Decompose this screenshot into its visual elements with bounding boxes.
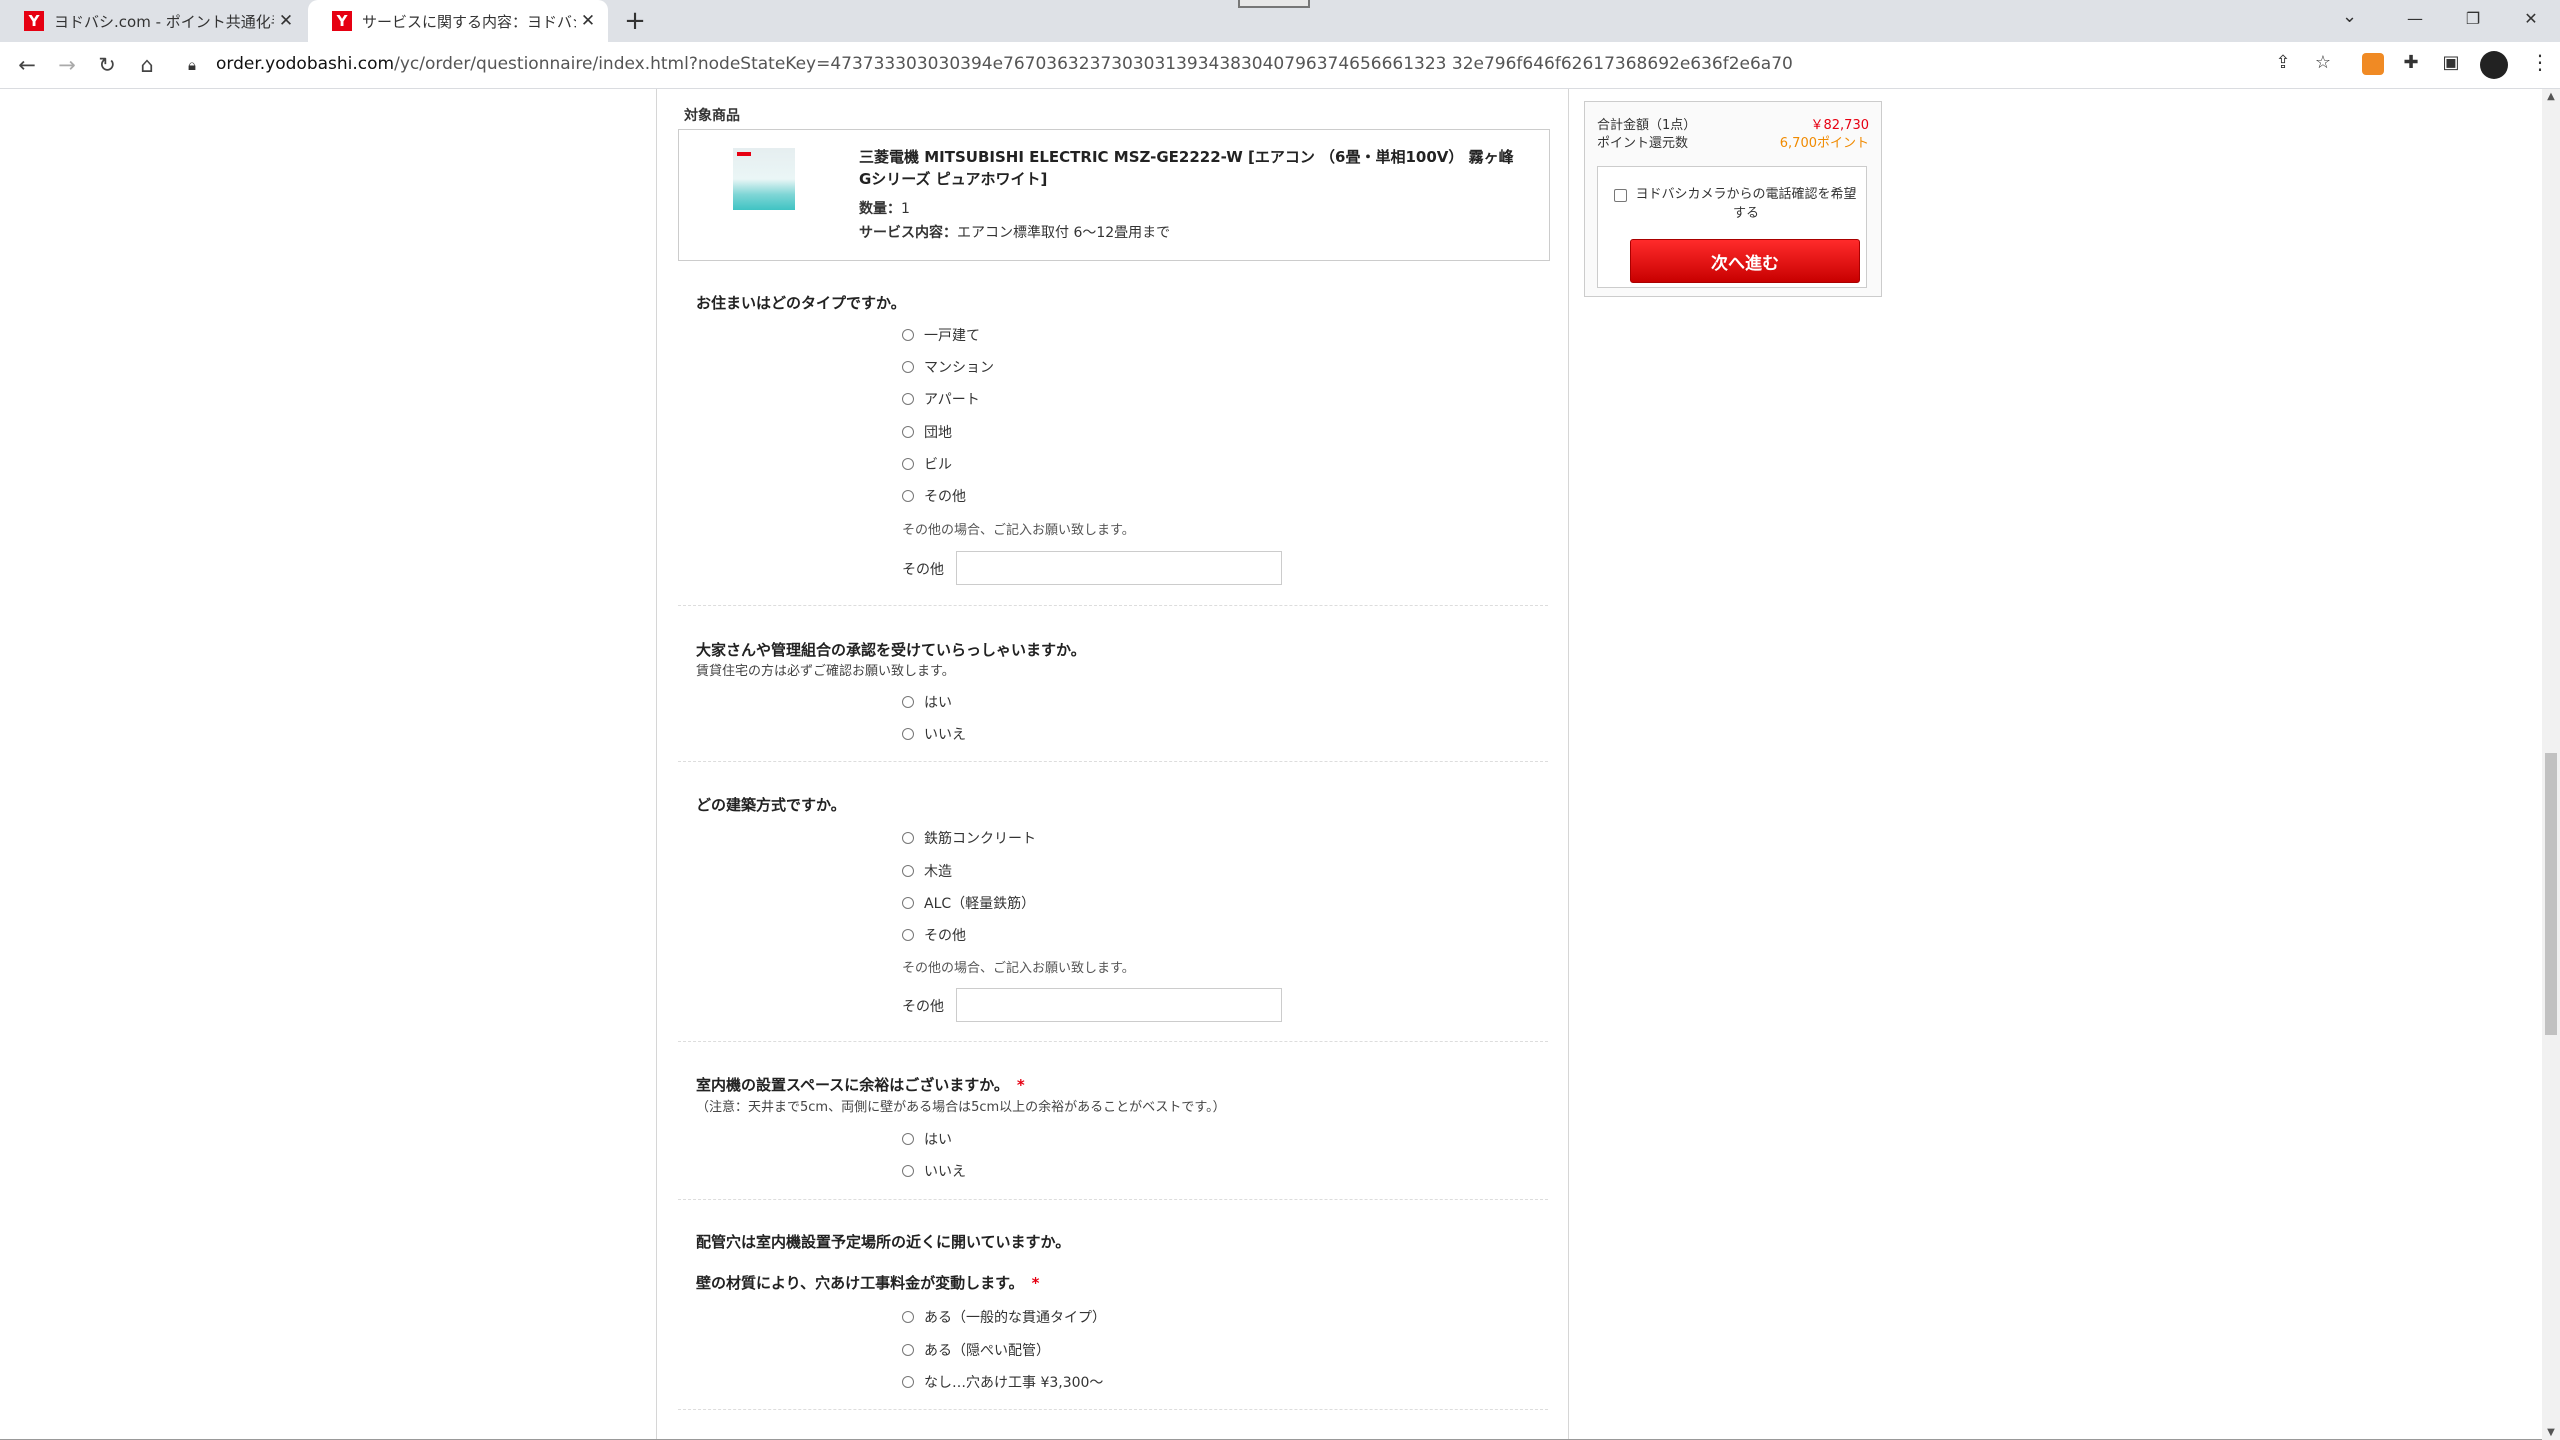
- share-icon[interactable]: ⇪: [2270, 52, 2296, 73]
- target-product-label: 対象商品: [684, 108, 740, 124]
- order-summary-panel: 合計金額（1点） ￥82,730 ポイント還元数 6,700ポイント ヨドバシカ…: [1584, 101, 1882, 297]
- restore-icon[interactable]: ❐: [2444, 0, 2502, 42]
- radio-hole-through[interactable]: ある（一般的な貫通タイプ）: [902, 1307, 1106, 1327]
- other-label: その他: [902, 562, 944, 578]
- browser-tab-strip: Y ヨドバシ.com - ポイント共通化手続き ✕ Y サービスに関する内容：ヨ…: [0, 0, 2560, 42]
- other-input-construction[interactable]: [956, 988, 1282, 1022]
- divider: [678, 761, 1548, 762]
- total-value: ￥82,730: [1810, 118, 1870, 133]
- radio-danchi[interactable]: 団地: [902, 422, 952, 442]
- radio-alc[interactable]: ALC（軽量鉄筋）: [902, 893, 1035, 913]
- question-pipe-hole: 配管穴は室内機設置予定場所の近くに開いていますか。: [696, 1233, 1071, 1251]
- radio-yes[interactable]: はい: [902, 692, 952, 712]
- home-icon[interactable]: ⌂: [132, 50, 162, 80]
- tab-title: サービスに関する内容：ヨドバシ・ドット: [362, 12, 576, 31]
- url-path: /yc/order/questionnaire/index.html?nodeS…: [394, 54, 1793, 74]
- close-window-icon[interactable]: ✕: [2502, 0, 2560, 42]
- new-tab-icon[interactable]: +: [620, 6, 650, 36]
- other-label: その他: [902, 999, 944, 1015]
- radio-yes[interactable]: はい: [902, 1129, 952, 1149]
- radio-mansion[interactable]: マンション: [902, 357, 994, 377]
- phone-confirm-label[interactable]: ヨドバシカメラからの電話確認を希望する: [1634, 185, 1858, 223]
- other-hint: その他の場合、ご記入お願い致します。: [902, 523, 1135, 538]
- question-wall-material: 壁の材質により、穴あけ工事料金が変動します。 *: [696, 1274, 1040, 1292]
- radio-apartment[interactable]: アパート: [902, 389, 980, 409]
- required-mark: *: [1031, 1274, 1040, 1292]
- window-controls: — ❐ ✕: [2386, 0, 2560, 42]
- page-viewport: 対象商品 三菱電機 MITSUBISHI ELECTRIC MSZ-GE2222…: [0, 89, 2560, 1440]
- radio-other[interactable]: その他: [902, 486, 966, 506]
- scroll-up-icon[interactable]: ▲: [2542, 91, 2560, 102]
- close-tab-icon[interactable]: ✕: [576, 11, 600, 31]
- product-quantity: 数量：1: [859, 201, 910, 217]
- content-border-left: [656, 89, 657, 1440]
- radio-house[interactable]: 一戸建て: [902, 325, 980, 345]
- radio-hole-concealed[interactable]: ある（隠ぺい配管）: [902, 1340, 1050, 1360]
- forward-icon[interactable]: →: [52, 50, 82, 80]
- divider: [678, 1409, 1548, 1410]
- other-hint: その他の場合、ご記入お願い致します。: [902, 961, 1135, 976]
- back-icon[interactable]: ←: [12, 50, 42, 80]
- product-image[interactable]: [733, 148, 795, 210]
- browser-tab-active[interactable]: Y サービスに関する内容：ヨドバシ・ドット ✕: [308, 0, 608, 42]
- profile-avatar[interactable]: [2480, 51, 2508, 79]
- points-value: 6,700ポイント: [1779, 136, 1869, 151]
- service-content: サービス内容：エアコン標準取付 6〜12畳用まで: [859, 225, 1171, 241]
- radio-building[interactable]: ビル: [902, 454, 952, 474]
- radio-rc[interactable]: 鉄筋コンクリート: [902, 828, 1036, 848]
- side-panel-icon[interactable]: ▣: [2438, 52, 2464, 73]
- divider: [678, 605, 1548, 606]
- content-border-right: [1568, 89, 1569, 1440]
- question-install-space: 室内機の設置スペースに余裕はございますか。 *: [696, 1076, 1025, 1094]
- tab-title: ヨドバシ.com - ポイント共通化手続き: [54, 12, 274, 31]
- extensions-puzzle-icon[interactable]: ✚: [2398, 52, 2424, 73]
- browser-toolbar: ← → ↻ ⌂ 🔒︎ order.yodobashi.com/yc/order/…: [0, 42, 2560, 89]
- menu-kebab-icon[interactable]: ⋮: [2530, 50, 2550, 74]
- question-housing-type: お住まいはどのタイプですか。: [696, 294, 906, 312]
- window-drag-handle[interactable]: [1238, 0, 1310, 8]
- next-button[interactable]: 次へ進む: [1630, 239, 1860, 283]
- radio-wood[interactable]: 木造: [902, 861, 952, 881]
- product-name[interactable]: 三菱電機 MITSUBISHI ELECTRIC MSZ-GE2222-W [エ…: [859, 146, 1529, 190]
- tab-search-icon[interactable]: ⌄: [2342, 6, 2357, 27]
- radio-no[interactable]: いいえ: [902, 724, 966, 744]
- total-label: 合計金額（1点）: [1597, 118, 1697, 133]
- product-box: 三菱電機 MITSUBISHI ELECTRIC MSZ-GE2222-W [エ…: [678, 129, 1550, 261]
- rss-extension-icon[interactable]: [2362, 53, 2384, 75]
- radio-no[interactable]: いいえ: [902, 1161, 966, 1181]
- question-note: （注意：天井まで5cm、両側に壁がある場合は5cm以上の余裕があることがベストで…: [696, 1100, 1226, 1115]
- question-construction-type: どの建築方式ですか。: [696, 796, 846, 814]
- scrollbar-thumb[interactable]: [2545, 753, 2557, 1035]
- scroll-down-icon[interactable]: ▼: [2542, 1427, 2560, 1438]
- browser-tab[interactable]: Y ヨドバシ.com - ポイント共通化手続き ✕: [0, 0, 306, 42]
- other-input-housing[interactable]: [956, 551, 1282, 585]
- radio-no-hole[interactable]: なし…穴あけ工事 ¥3,300〜: [902, 1372, 1103, 1392]
- yodobashi-favicon-icon: Y: [24, 11, 44, 31]
- radio-other[interactable]: その他: [902, 925, 966, 945]
- divider: [678, 1041, 1548, 1042]
- url-domain: order.yodobashi.com: [216, 54, 395, 74]
- yodobashi-favicon-icon: Y: [332, 11, 352, 31]
- required-mark: *: [1016, 1076, 1025, 1094]
- divider: [678, 1199, 1548, 1200]
- address-bar[interactable]: order.yodobashi.com/yc/order/questionnai…: [216, 54, 1793, 74]
- confirm-box: ヨドバシカメラからの電話確認を希望する 次へ進む: [1597, 166, 1867, 288]
- close-tab-icon[interactable]: ✕: [274, 11, 298, 31]
- reload-icon[interactable]: ↻: [92, 50, 122, 80]
- lock-icon[interactable]: 🔒︎: [188, 56, 196, 74]
- question-note: 賃貸住宅の方は必ずご確認お願い致します。: [696, 664, 955, 679]
- bookmark-star-icon[interactable]: ☆: [2310, 52, 2336, 73]
- page-scrollbar[interactable]: ▲ ▼: [2542, 89, 2560, 1440]
- points-label: ポイント還元数: [1597, 136, 1689, 151]
- minimize-icon[interactable]: —: [2386, 0, 2444, 42]
- phone-confirm-checkbox[interactable]: [1614, 189, 1627, 202]
- question-landlord-approval: 大家さんや管理組合の承認を受けていらっしゃいますか。: [696, 641, 1086, 659]
